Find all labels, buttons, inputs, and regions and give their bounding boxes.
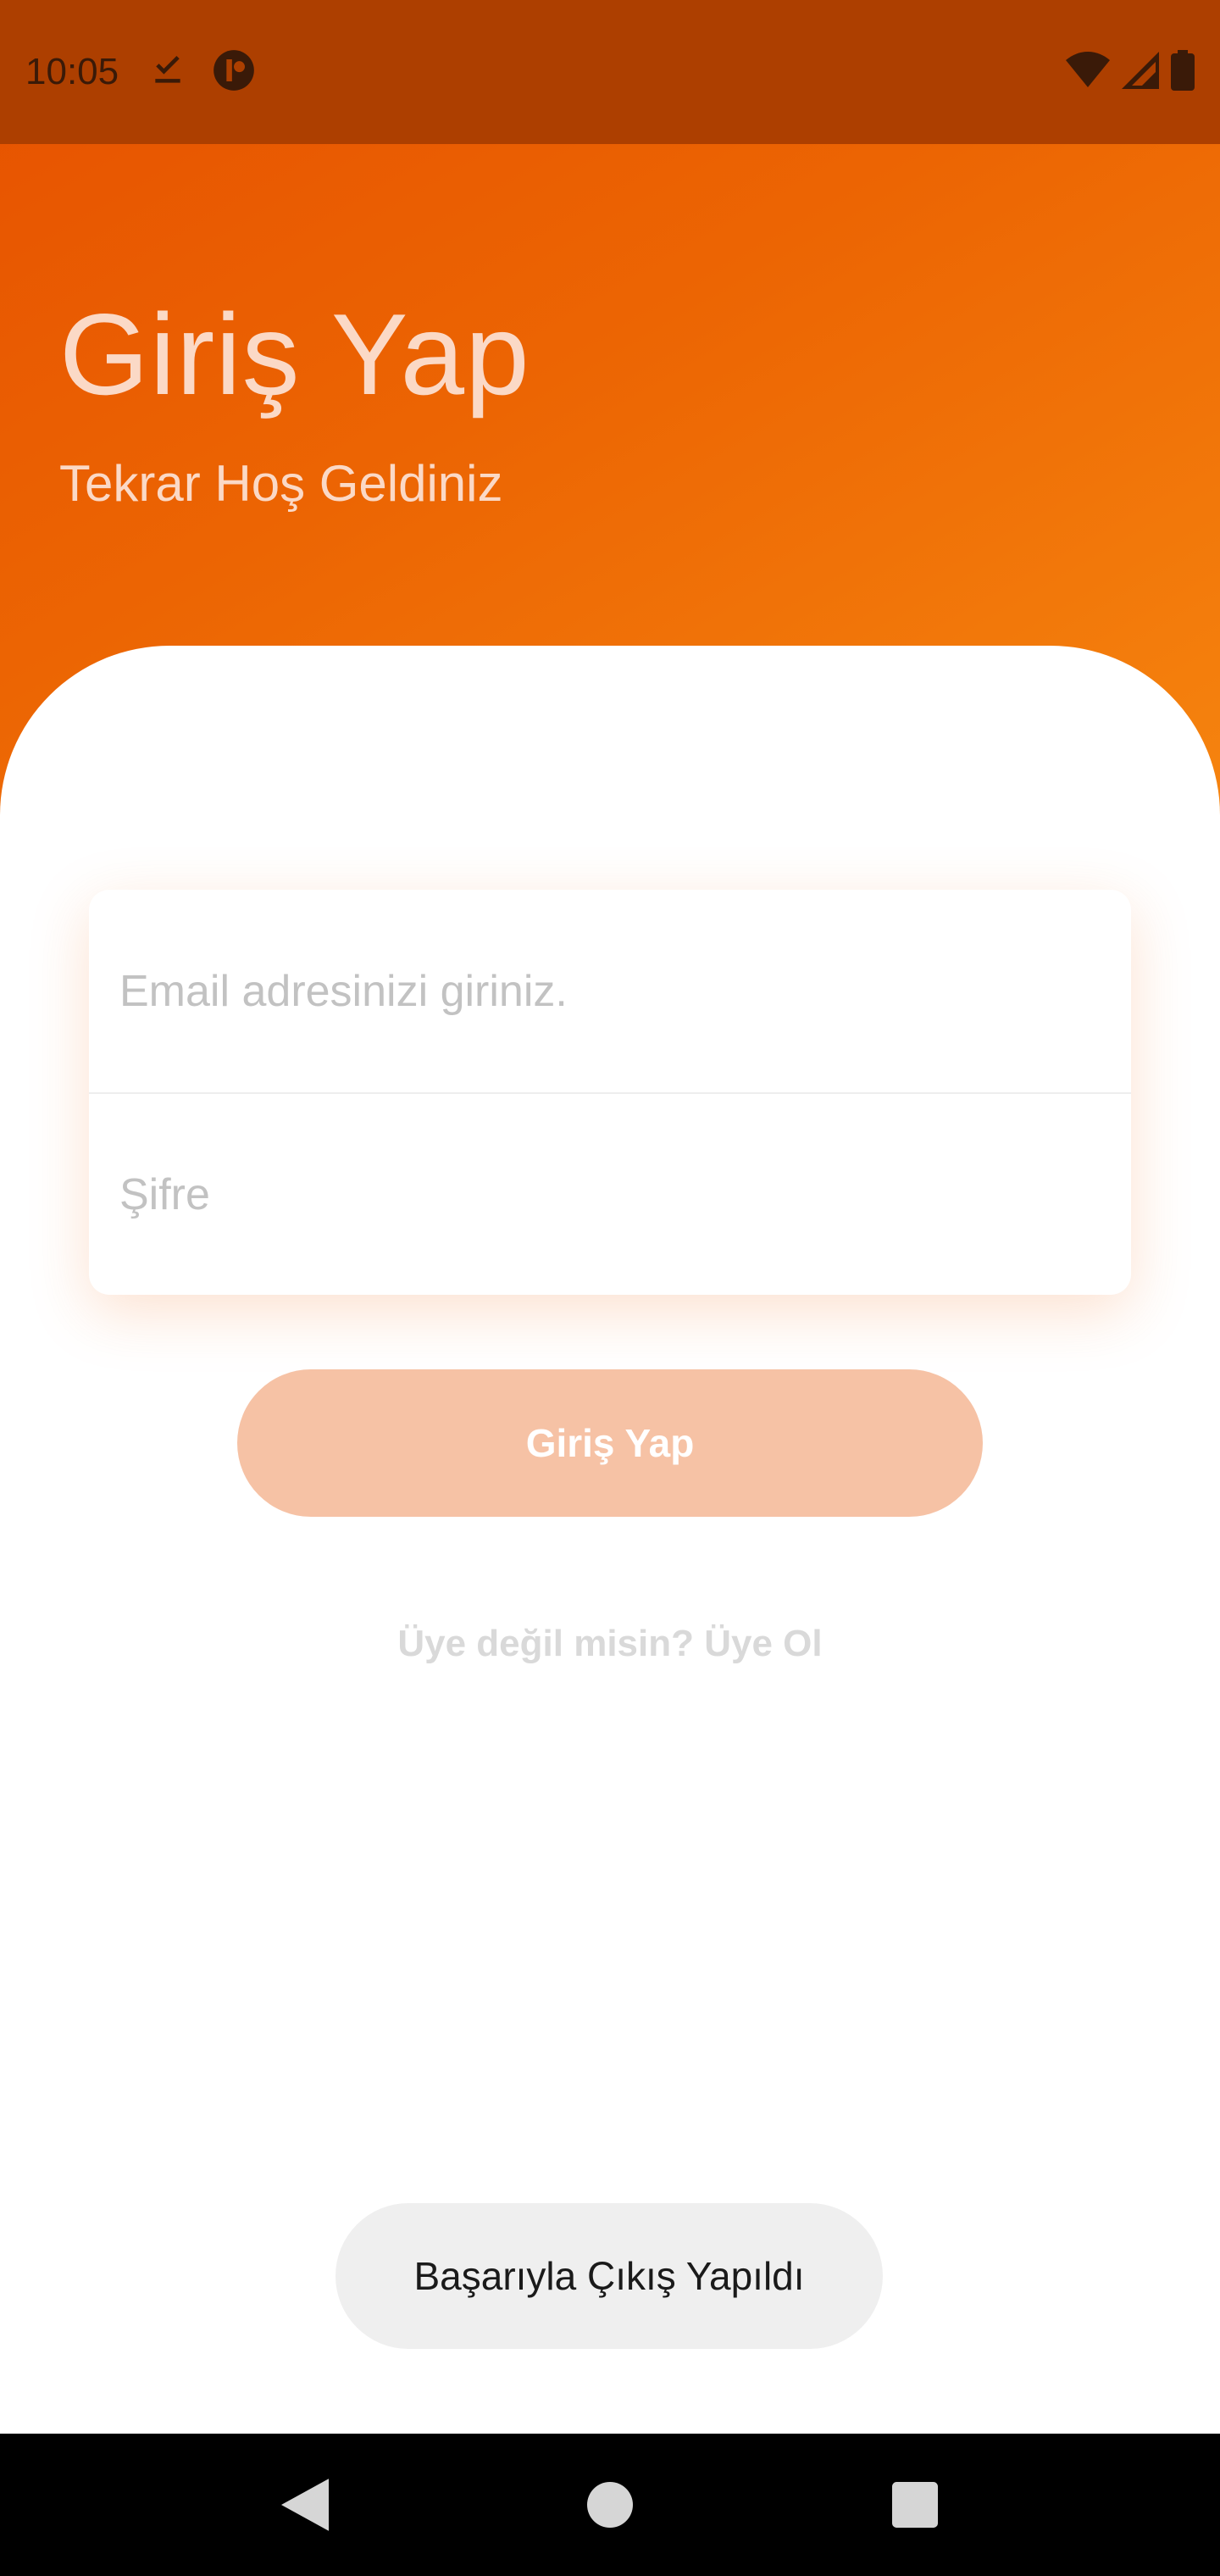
back-icon[interactable]: [254, 2454, 356, 2556]
status-bar: 10:05: [0, 0, 1220, 144]
page-title: Giriş Yap: [59, 290, 530, 419]
cell-signal-icon: [1122, 51, 1159, 93]
navigation-bar: [0, 2434, 1220, 2576]
home-icon[interactable]: [559, 2454, 661, 2556]
download-done-icon: [149, 52, 186, 93]
page-subtitle: Tekrar Hoş Geldiniz: [59, 455, 503, 512]
app-notification-icon: [212, 48, 256, 97]
battery-icon: [1171, 49, 1195, 95]
login-form-card: Email adresinizi giriniz. Şifre: [89, 890, 1131, 1295]
recents-icon[interactable]: [864, 2454, 966, 2556]
toast-message: Başarıyla Çıkış Yapıldı: [336, 2203, 883, 2349]
status-time: 10:05: [25, 51, 119, 92]
wifi-icon: [1066, 51, 1110, 93]
login-button[interactable]: Giriş Yap: [237, 1369, 983, 1517]
signup-link[interactable]: Üye değil misin? Üye Ol: [0, 1623, 1220, 1665]
password-field[interactable]: Şifre: [89, 1092, 1131, 1295]
email-field[interactable]: Email adresinizi giriniz.: [89, 890, 1131, 1092]
